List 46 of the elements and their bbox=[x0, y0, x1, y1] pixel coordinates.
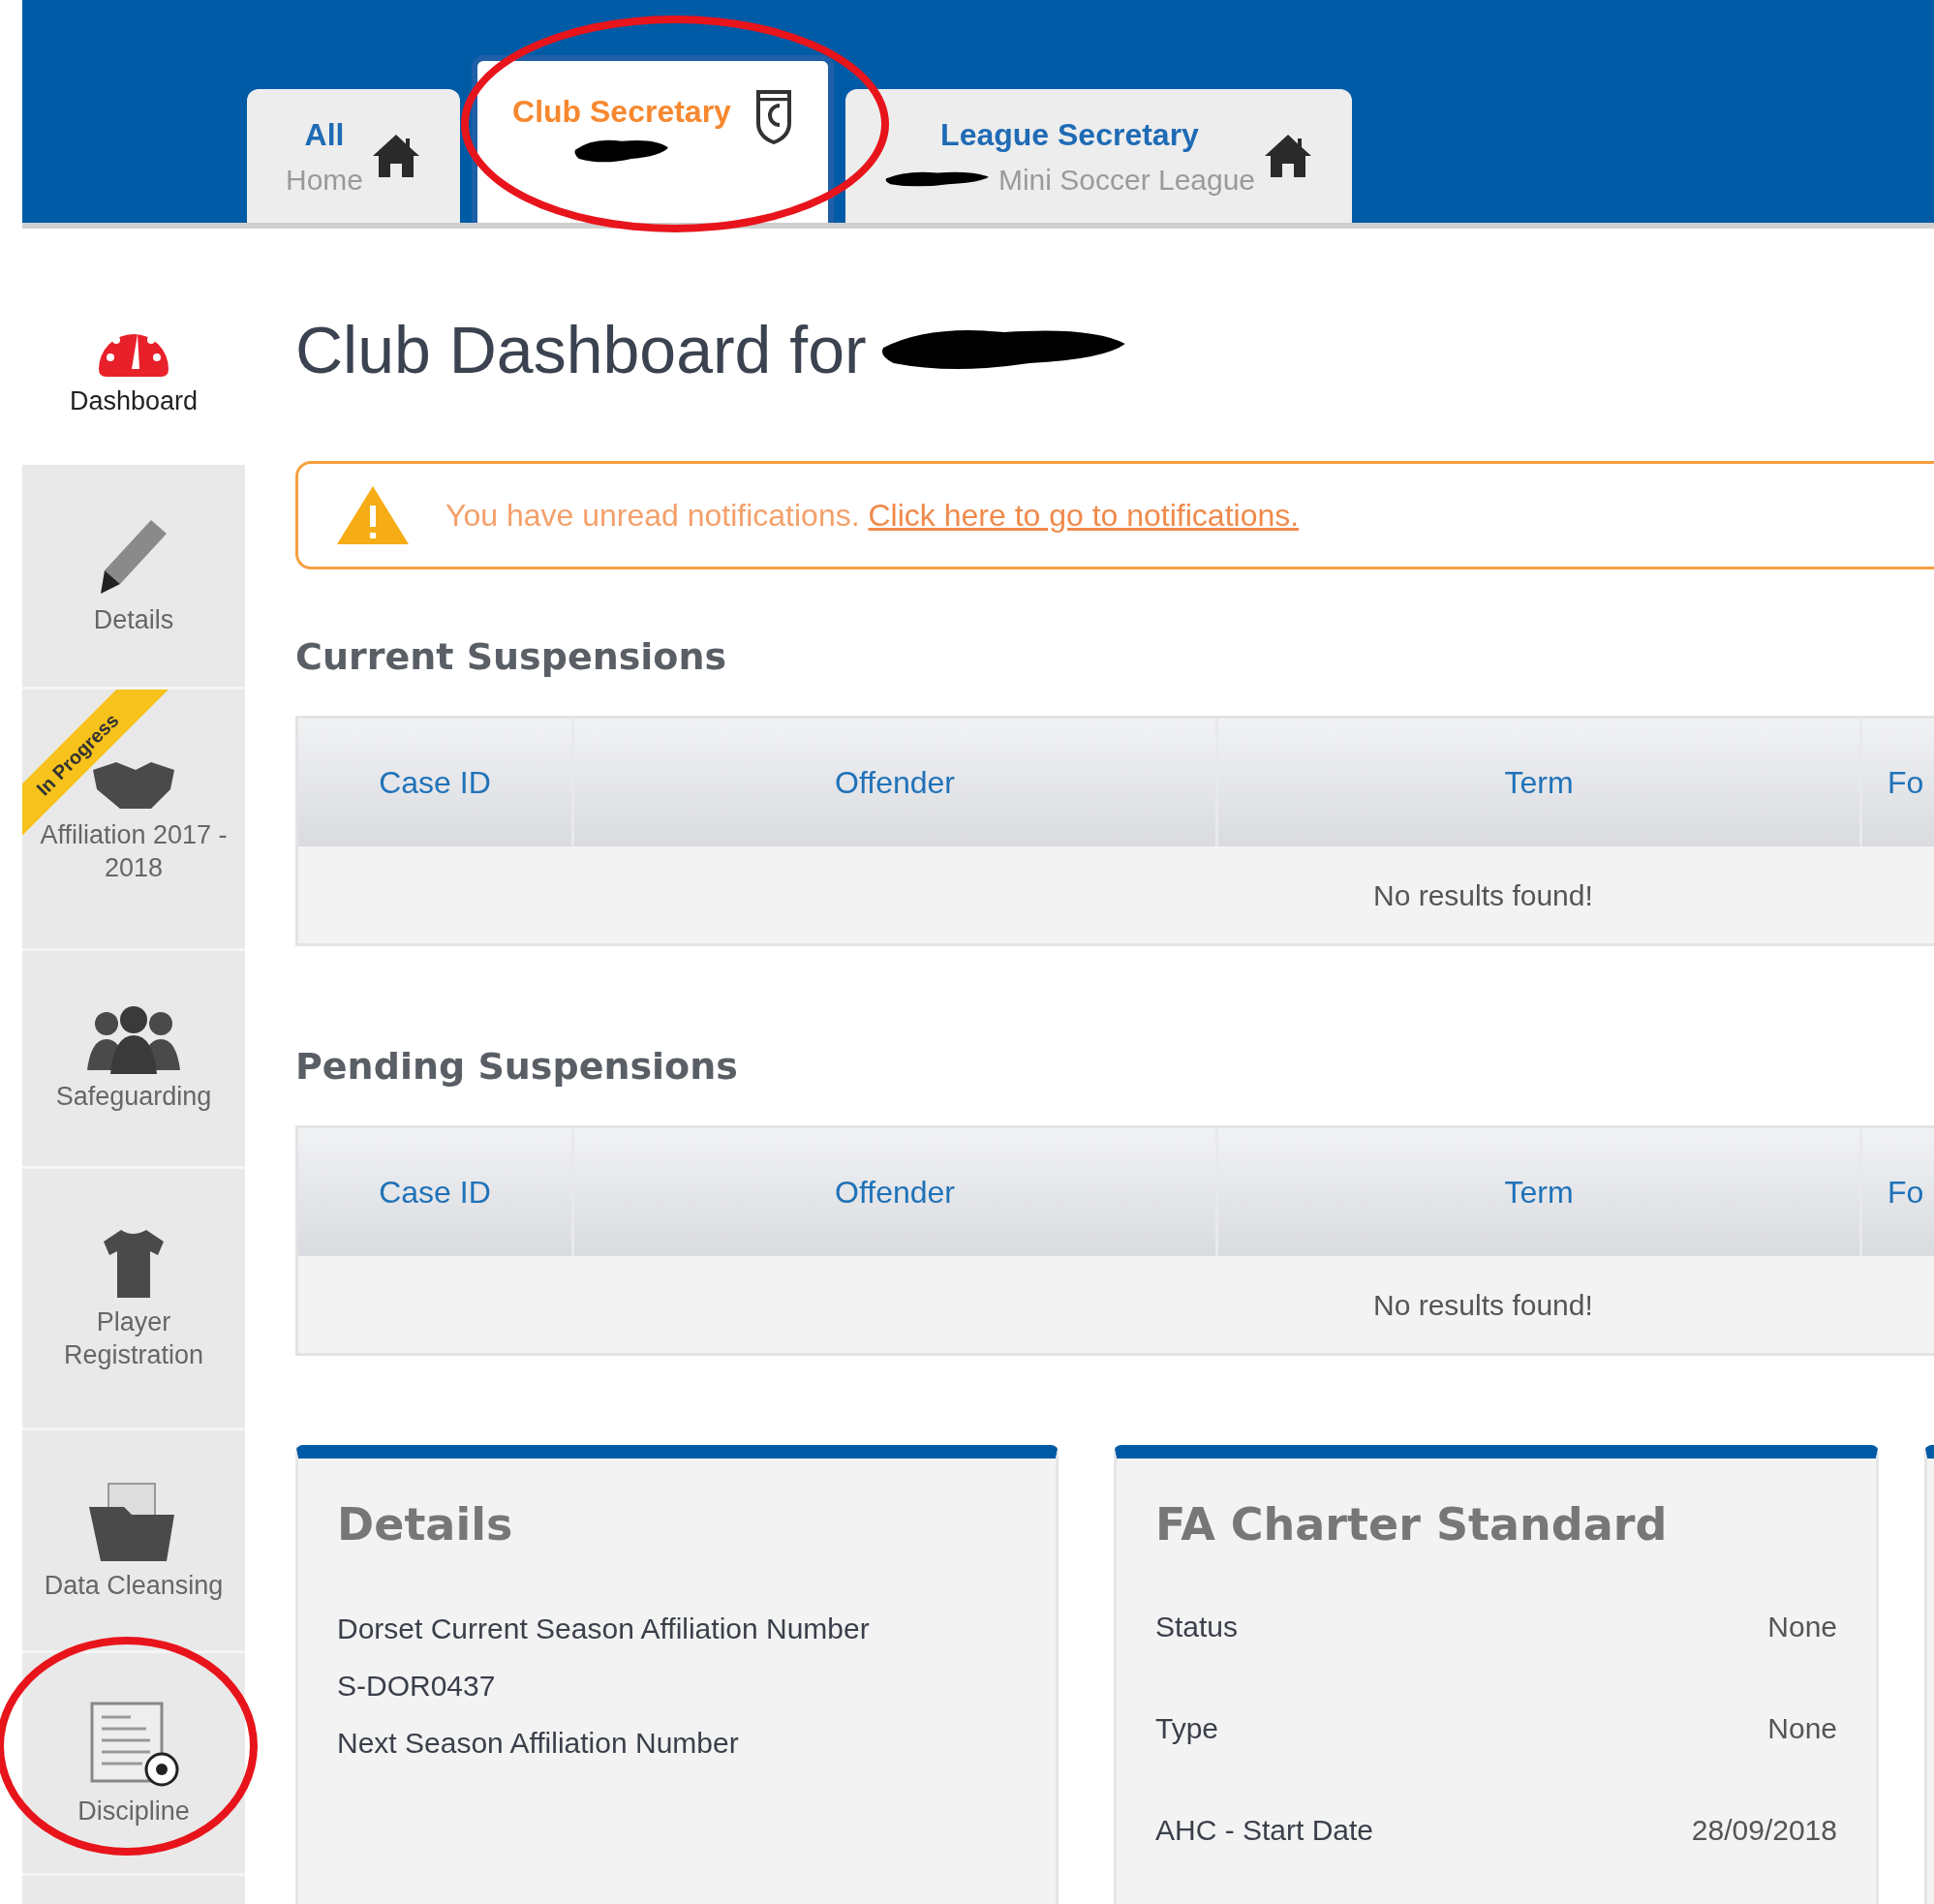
sidebar-label: Data Cleansing bbox=[44, 1569, 224, 1602]
sidebar-label: Safeguarding bbox=[55, 1081, 212, 1113]
card-text: Next Season Affiliation Number bbox=[337, 1726, 740, 1761]
tab-title: Club Secretary bbox=[512, 93, 731, 131]
column-header[interactable]: Offender bbox=[574, 1128, 1218, 1256]
sidebar-item[interactable]: Discipline bbox=[22, 1653, 245, 1876]
column-header[interactable]: Case ID bbox=[298, 719, 574, 846]
field-label: Status bbox=[1155, 1610, 1239, 1644]
empty-message: No results found! bbox=[1373, 1287, 1593, 1323]
sidebar-item[interactable]: Safeguarding bbox=[22, 951, 245, 1169]
column-header[interactable]: Fo bbox=[1862, 1128, 1934, 1256]
sidebar-label: Dashboard bbox=[69, 385, 199, 417]
field-value: 28/09/2018 bbox=[1691, 1813, 1837, 1848]
page-title: Club Dashboard for bbox=[295, 312, 867, 388]
field-label: Type bbox=[1155, 1711, 1219, 1746]
field-label: AHC - Start Date bbox=[1155, 1813, 1374, 1848]
card-text: Dorset Current Season Affiliation Number bbox=[337, 1612, 871, 1646]
card-title: Details bbox=[337, 1497, 514, 1552]
section-heading: Current Suspensions bbox=[295, 634, 728, 680]
sidebar-label: Affiliation 2017 - 2018 bbox=[39, 818, 229, 884]
notification-text: You have unread notifications. Click here to go to notifications. bbox=[445, 497, 1300, 535]
column-header[interactable]: Term bbox=[1218, 719, 1862, 846]
column-header[interactable]: Fo bbox=[1862, 719, 1934, 846]
sidebar-label: Details bbox=[93, 603, 174, 636]
tab[interactable]: League Secretary Mini Soccer League bbox=[844, 89, 1353, 223]
sidebar-label: Player Registration bbox=[62, 1305, 205, 1371]
column-header[interactable]: Case ID bbox=[298, 1128, 574, 1256]
card-title: FA Charter Standard bbox=[1155, 1497, 1669, 1552]
tab-subtitle: Mini Soccer League bbox=[998, 162, 1256, 198]
tab-title: League Secretary bbox=[940, 115, 1199, 154]
field-value: None bbox=[1767, 1610, 1837, 1644]
tab[interactable]: Club Secretary bbox=[472, 55, 834, 223]
column-header[interactable]: Term bbox=[1218, 1128, 1862, 1256]
notification-link[interactable]: Click here to go to notifications. bbox=[868, 498, 1300, 533]
column-header[interactable]: Offender bbox=[574, 719, 1218, 846]
sidebar-label: Discipline bbox=[77, 1795, 190, 1827]
tab[interactable]: All Home bbox=[247, 89, 461, 223]
tab-subtitle: Home bbox=[286, 162, 364, 198]
section-heading: Pending Suspensions bbox=[295, 1044, 739, 1090]
card-text: S-DOR0437 bbox=[337, 1669, 497, 1704]
sidebar-item[interactable]: Player Registration bbox=[22, 1169, 245, 1430]
sidebar-item[interactable]: Details bbox=[22, 465, 245, 690]
tab-title: All bbox=[304, 115, 345, 154]
empty-message: No results found! bbox=[1373, 877, 1593, 913]
field-value: None bbox=[1767, 1711, 1837, 1746]
sidebar-item[interactable]: Data Cleansing bbox=[22, 1430, 245, 1653]
